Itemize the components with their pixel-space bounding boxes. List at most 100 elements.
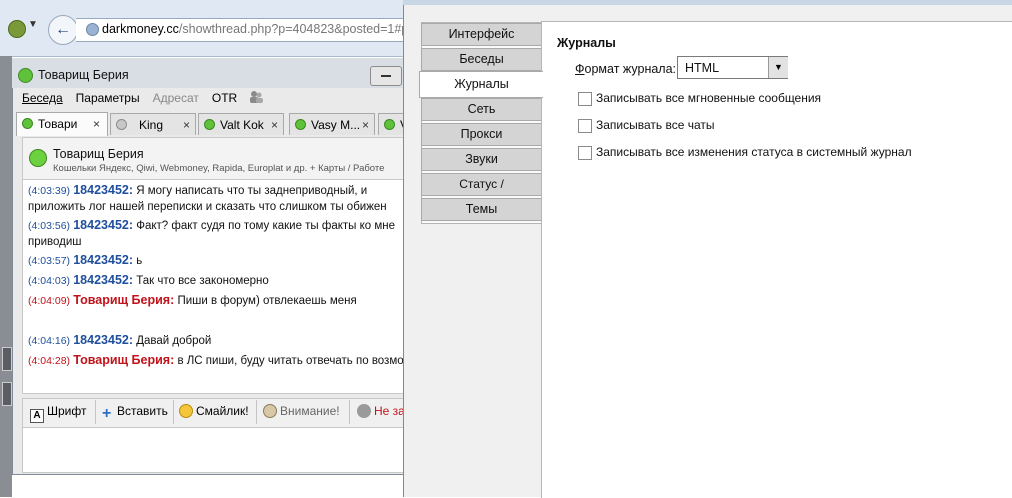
smiley-icon	[179, 404, 193, 418]
online-status-icon	[22, 118, 33, 129]
menu-buddy[interactable]: Адресат	[153, 91, 199, 105]
offline-status-icon	[116, 119, 127, 130]
plus-icon: +	[102, 405, 112, 422]
nav-interface[interactable]: Интерфейс	[421, 23, 542, 46]
chevron-down-icon[interactable]: ▼	[768, 57, 788, 78]
background-window-edge	[2, 347, 12, 371]
chat-message: (4:04:09) Товарищ Берия: Пиши в форум) о…	[28, 292, 357, 309]
close-icon[interactable]: ×	[183, 118, 190, 132]
log-format-value: HTML	[685, 61, 720, 75]
toolbar-divider	[349, 400, 350, 424]
message-timestamp: (4:03:39)	[28, 185, 71, 197]
insert-button[interactable]: + Вставить	[102, 404, 168, 422]
buddy-list-icon[interactable]	[248, 90, 264, 104]
toolbar-divider	[173, 400, 174, 424]
online-status-icon	[29, 149, 47, 167]
message-text: приводиш	[28, 236, 82, 248]
toolbar-divider	[256, 400, 257, 424]
message-text: ь	[136, 255, 143, 267]
globe-icon	[86, 23, 99, 36]
chat-message: (4:03:56) 18423452: Факт? факт судя по т…	[28, 217, 395, 250]
log-im-checkbox[interactable]	[578, 92, 592, 106]
message-timestamp: (4:03:56)	[28, 220, 71, 232]
message-sender: 18423452:	[73, 273, 134, 287]
log-im-label[interactable]: Записывать все мгновенные сообщения	[596, 91, 821, 105]
menu-conversation[interactable]: Беседа	[22, 91, 63, 105]
nav-themes[interactable]: Темы	[421, 198, 542, 221]
close-icon[interactable]: ×	[362, 118, 369, 132]
tab-conversation[interactable]: Товари ×	[16, 112, 108, 136]
buddy-icon	[357, 404, 371, 418]
section-title: Журналы	[557, 36, 616, 50]
message-text: Пиши в форум) отвлекаешь меня	[177, 295, 357, 307]
chat-message: (4:04:03) 18423452: Так что все закономе…	[28, 272, 269, 289]
window-title: Товарищ Берия	[38, 68, 129, 82]
toolbar-divider	[95, 400, 96, 424]
nav-proxy[interactable]: Прокси	[421, 123, 542, 146]
online-status-icon	[204, 119, 215, 130]
contact-status-message: Кошельки Яндекс, Qiwi, Webmoney, Rapida,…	[53, 163, 385, 174]
nav-sounds[interactable]: Звуки	[421, 148, 542, 171]
log-status-checkbox[interactable]	[578, 146, 592, 160]
message-text: Так что все закономерно	[136, 275, 269, 287]
tab-label: King	[139, 118, 164, 132]
message-text: Я могу написать что ты заднеприводный, и	[136, 185, 368, 197]
chevron-down-icon[interactable]: ▼	[28, 19, 38, 30]
chat-message: (4:03:57) 18423452: ь	[28, 252, 142, 269]
nav-conversations[interactable]: Беседы	[421, 48, 542, 71]
close-icon[interactable]: ×	[93, 117, 100, 131]
message-timestamp: (4:04:16)	[28, 335, 71, 347]
message-sender: Товарищ Берия:	[73, 353, 175, 367]
tor-onion-icon[interactable]	[8, 20, 26, 38]
chat-message: (4:03:39) 18423452: Я могу написать что …	[28, 182, 387, 215]
attention-icon	[263, 404, 277, 418]
close-icon[interactable]: ×	[271, 118, 278, 132]
chat-message: (4:04:16) 18423452: Давай доброй	[28, 332, 211, 349]
log-chats-label[interactable]: Записывать все чаты	[596, 118, 715, 132]
contact-name: Товарищ Берия	[53, 147, 144, 161]
message-text: Давай доброй	[136, 335, 212, 347]
do-not-save-button[interactable]: Не за	[357, 404, 405, 418]
tab-label: Vasy M...	[311, 118, 361, 132]
log-status-label[interactable]: Записывать все изменения статуса в систе…	[596, 145, 912, 159]
nav-status-idle[interactable]: Статус / Бездействие	[421, 173, 542, 212]
message-history[interactable]: (4:03:39) 18423452: Я могу написать что …	[22, 179, 407, 394]
menu-bar: Беседа Параметры Адресат OTR	[22, 91, 250, 107]
message-text: Факт? факт судя по тому какие ты факты к…	[136, 220, 396, 232]
message-sender: 18423452:	[73, 333, 134, 347]
conversation-tabs: Товари × King × Valt Kok × Vasy M... × V	[16, 112, 408, 136]
smiley-button[interactable]: Смайлик!	[179, 404, 249, 418]
tab-label: Товари	[38, 117, 78, 131]
online-status-icon	[18, 68, 33, 83]
attention-button[interactable]: Внимание!	[263, 404, 340, 418]
preferences-title-bar[interactable]	[403, 0, 1012, 5]
tab-conversation[interactable]: V	[378, 113, 408, 135]
message-timestamp: (4:04:03)	[28, 275, 71, 287]
online-status-icon	[295, 119, 306, 130]
url-text[interactable]: darkmoney.cc/showthread.php?p=404823&pos…	[102, 22, 415, 36]
message-text: в ЛС пиши, буду читать отвечать по возмо…	[177, 355, 406, 367]
message-sender: Товарищ Берия:	[73, 293, 175, 307]
message-timestamp: (4:04:09)	[28, 295, 71, 307]
tab-conversation[interactable]: Vasy M... ×	[289, 113, 375, 135]
tab-conversation[interactable]: Valt Kok ×	[198, 113, 284, 135]
log-chats-checkbox[interactable]	[578, 119, 592, 133]
message-sender: 18423452:	[73, 183, 134, 197]
menu-otr[interactable]: OTR	[212, 91, 237, 105]
message-timestamp: (4:04:28)	[28, 355, 71, 367]
message-text: приложить лог нашей переписки и сказать …	[28, 201, 387, 213]
tab-conversation[interactable]: King ×	[110, 113, 196, 135]
menu-options[interactable]: Параметры	[76, 91, 140, 105]
minimize-button[interactable]	[370, 66, 402, 86]
log-format-label: Формат журнала:	[575, 62, 677, 76]
nav-network[interactable]: Сеть	[421, 98, 542, 121]
background-window-edge	[2, 382, 12, 406]
font-icon: A	[30, 409, 44, 423]
font-button[interactable]: A Шрифт	[30, 404, 86, 423]
tab-label: Valt Kok	[220, 118, 264, 132]
message-sender: 18423452:	[73, 253, 134, 267]
message-input[interactable]	[22, 427, 407, 473]
nav-logs[interactable]: Журналы	[419, 71, 543, 98]
message-timestamp: (4:03:57)	[28, 255, 71, 267]
back-button[interactable]: ←	[48, 15, 78, 45]
